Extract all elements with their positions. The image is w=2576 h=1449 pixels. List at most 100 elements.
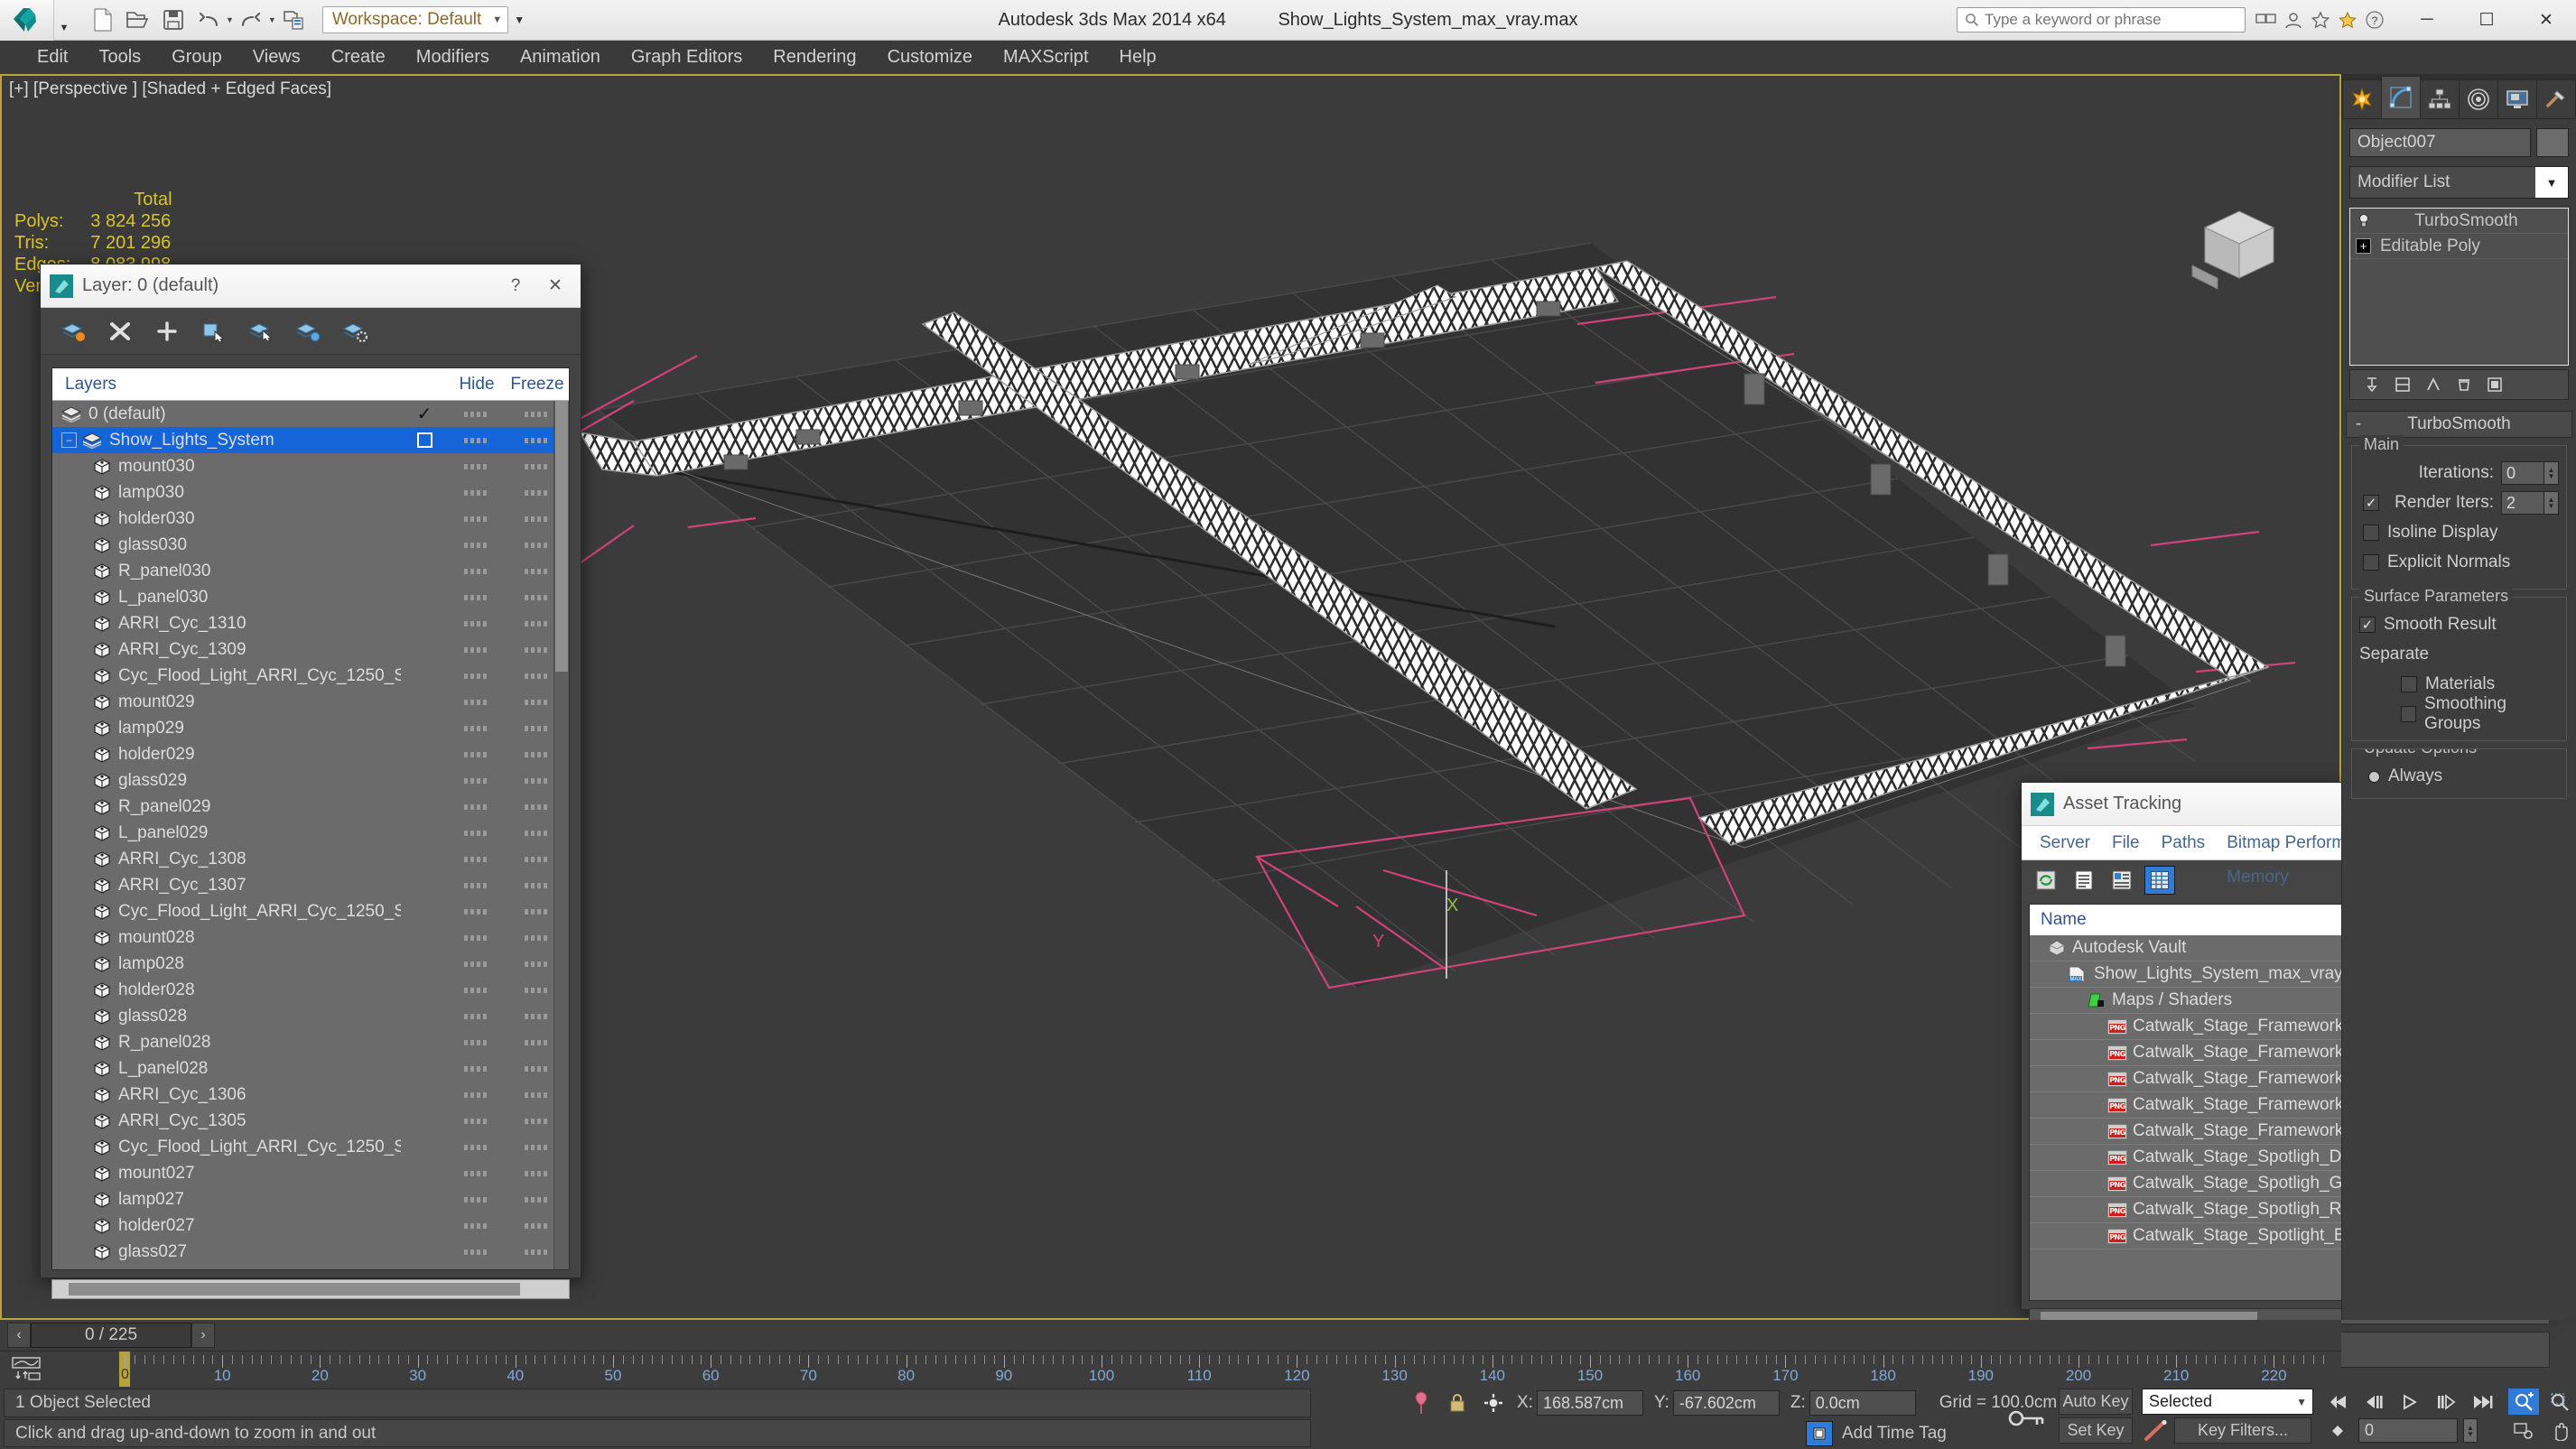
layers-hscroll-thumb[interactable] (69, 1283, 520, 1296)
layer-hide-cell[interactable] (448, 437, 506, 443)
pin-icon[interactable] (1409, 1390, 1434, 1416)
hierarchy-tab[interactable] (2420, 79, 2460, 119)
layer-object-row[interactable]: ARRI_Cyc_1306 (52, 1082, 569, 1108)
search-box[interactable] (1957, 7, 2246, 33)
app-menu-caret-icon[interactable]: ▼ (54, 0, 74, 41)
open-file-icon[interactable] (122, 5, 154, 35)
close-button[interactable]: ✕ (2516, 0, 2576, 41)
layer-object-row[interactable]: Cyc_Flood_Light_ARRI_Cyc_1250_Single030 (52, 663, 569, 689)
y-value[interactable]: -67.602cm (1672, 1390, 1780, 1416)
modifier-stack[interactable]: TurboSmooth + Editable Poly (2349, 208, 2569, 366)
layer-hide-cell[interactable] (448, 411, 506, 417)
materials-checkbox[interactable] (2401, 676, 2417, 692)
layer-hide-cell[interactable] (448, 463, 506, 469)
render-iters-spin-buttons[interactable]: ▲ ▼ (2544, 491, 2559, 515)
motion-tab[interactable] (2459, 79, 2498, 119)
favorites-star-icon[interactable] (2334, 6, 2361, 33)
undo-icon[interactable] (192, 5, 225, 35)
layer-object-row[interactable]: glass027 (52, 1239, 569, 1265)
iterations-spin-buttons[interactable]: ▲ ▼ (2544, 461, 2559, 485)
save-file-icon[interactable] (157, 5, 190, 35)
layer-hide-cell[interactable] (448, 1065, 506, 1072)
layer-object-row[interactable]: ARRI_Cyc_1309 (52, 636, 569, 663)
pan-view-icon[interactable] (2544, 1417, 2575, 1444)
expand-icon[interactable]: + (2356, 238, 2371, 254)
go-to-start-icon[interactable] (2322, 1389, 2353, 1415)
modifier-stack-item-turbosmooth[interactable]: TurboSmooth (2350, 209, 2568, 234)
layer-hide-cell[interactable] (448, 646, 506, 653)
layer-hide-cell[interactable] (448, 777, 506, 784)
layer-hide-cell[interactable] (448, 594, 506, 600)
project-folder-icon[interactable] (277, 5, 310, 35)
smooth-result-checkbox[interactable]: ✓ (2359, 617, 2376, 633)
layer-object-row[interactable]: Cyc_Flood_Light_ARRI_Cyc_1250_Single028 (52, 1134, 569, 1160)
expand-collapse-icon[interactable]: − (61, 432, 77, 448)
zoom-region-icon[interactable] (2544, 1389, 2575, 1415)
chevron-down-icon[interactable]: ▼ (2296, 1396, 2307, 1408)
isoline-display-row[interactable]: Isoline Display (2359, 520, 2559, 545)
pin-stack-icon[interactable] (2361, 374, 2383, 395)
x-coordinate-field[interactable]: X: 168.587cm (1517, 1390, 1643, 1416)
z-value[interactable]: 0.0cm (1809, 1390, 1916, 1416)
key-step-icon[interactable] (2322, 1417, 2353, 1444)
detail-view-icon[interactable] (2106, 866, 2137, 895)
layer-hide-cell[interactable] (448, 908, 506, 915)
layer-dialog-help-button[interactable]: ? (496, 268, 535, 304)
current-frame-display[interactable]: 0 / 225 (31, 1323, 191, 1348)
layer-object-row[interactable]: glass030 (52, 532, 569, 558)
layer-row[interactable]: 0 (default) ✓ (52, 401, 569, 427)
menu-animation[interactable]: Animation (505, 41, 616, 74)
explicit-normals-checkbox[interactable] (2363, 554, 2379, 571)
set-key-button[interactable]: Set Key (2059, 1417, 2133, 1444)
smooth-result-row[interactable]: ✓ Smooth Result (2359, 612, 2559, 637)
layer-object-row[interactable]: lamp030 (52, 479, 569, 506)
modifier-list-dropdown[interactable]: Modifier List ▼ (2349, 166, 2569, 199)
layer-hide-cell[interactable] (448, 1144, 506, 1150)
add-selection-to-layer-icon[interactable] (149, 315, 185, 348)
layer-object-row[interactable]: glass029 (52, 767, 569, 794)
key-mode-icon[interactable] (2000, 1389, 2054, 1447)
layer-hide-cell[interactable] (448, 987, 506, 993)
object-color-swatch[interactable] (2536, 128, 2569, 157)
help-icon[interactable]: ? (2361, 6, 2388, 33)
layer-object-row[interactable]: R_panel028 (52, 1029, 569, 1055)
redo-icon[interactable] (235, 5, 267, 35)
layer-object-row[interactable]: lamp028 (52, 951, 569, 977)
selection-level-dropdown[interactable]: Selected ▼ (2142, 1389, 2313, 1415)
layer-object-row[interactable]: mount030 (52, 453, 569, 479)
grid-view-icon[interactable] (2144, 866, 2175, 895)
layer-object-row[interactable]: holder028 (52, 977, 569, 1003)
layer-hide-cell[interactable] (448, 856, 506, 862)
previous-frame-icon[interactable] (2358, 1389, 2389, 1415)
layer-object-row[interactable]: ARRI_Cyc_1305 (52, 1108, 569, 1134)
absolute-relative-transform-icon[interactable] (1481, 1390, 1506, 1416)
menu-group[interactable]: Group (156, 41, 237, 74)
layers-list[interactable]: 0 (default) ✓ − Show_Lights_System mount030 l… (52, 401, 569, 1269)
materials-row[interactable]: Materials (2359, 672, 2559, 697)
field-of-view-icon[interactable] (2508, 1417, 2539, 1444)
layers-vertical-scrollbar[interactable] (553, 401, 569, 1269)
search-input[interactable] (1985, 11, 2245, 29)
display-tab[interactable] (2497, 79, 2537, 119)
iterations-spinner[interactable]: 0 ▲ ▼ (2501, 461, 2559, 485)
layer-hide-cell[interactable] (448, 1118, 506, 1124)
delete-layer-icon[interactable] (102, 315, 138, 348)
create-tab[interactable] (2342, 79, 2382, 119)
layer-object-row[interactable]: R_panel030 (52, 558, 569, 584)
layer-hide-cell[interactable] (448, 961, 506, 967)
utilities-tab[interactable] (2536, 79, 2576, 119)
show-end-result-icon[interactable] (2392, 374, 2413, 395)
layer-hide-cell[interactable] (448, 699, 506, 705)
layer-object-row[interactable]: ARRI_Cyc_1310 (52, 610, 569, 636)
next-frame-icon[interactable] (2431, 1389, 2461, 1415)
layers-scroll-thumb[interactable] (555, 401, 568, 672)
layer-dialog-close-button[interactable]: ✕ (535, 268, 575, 304)
layer-current-cell[interactable]: ✓ (401, 403, 448, 425)
set-key-mode-icon[interactable] (2142, 1419, 2169, 1443)
layer-hide-cell[interactable] (448, 1091, 506, 1098)
add-time-tag-icon[interactable] (1806, 1420, 1833, 1446)
exchange-apps-icon[interactable] (2307, 6, 2334, 33)
layer-object-row[interactable]: glass028 (52, 1003, 569, 1029)
key-filters-button[interactable]: Key Filters... (2174, 1417, 2311, 1444)
layer-hide-cell[interactable] (448, 516, 506, 522)
